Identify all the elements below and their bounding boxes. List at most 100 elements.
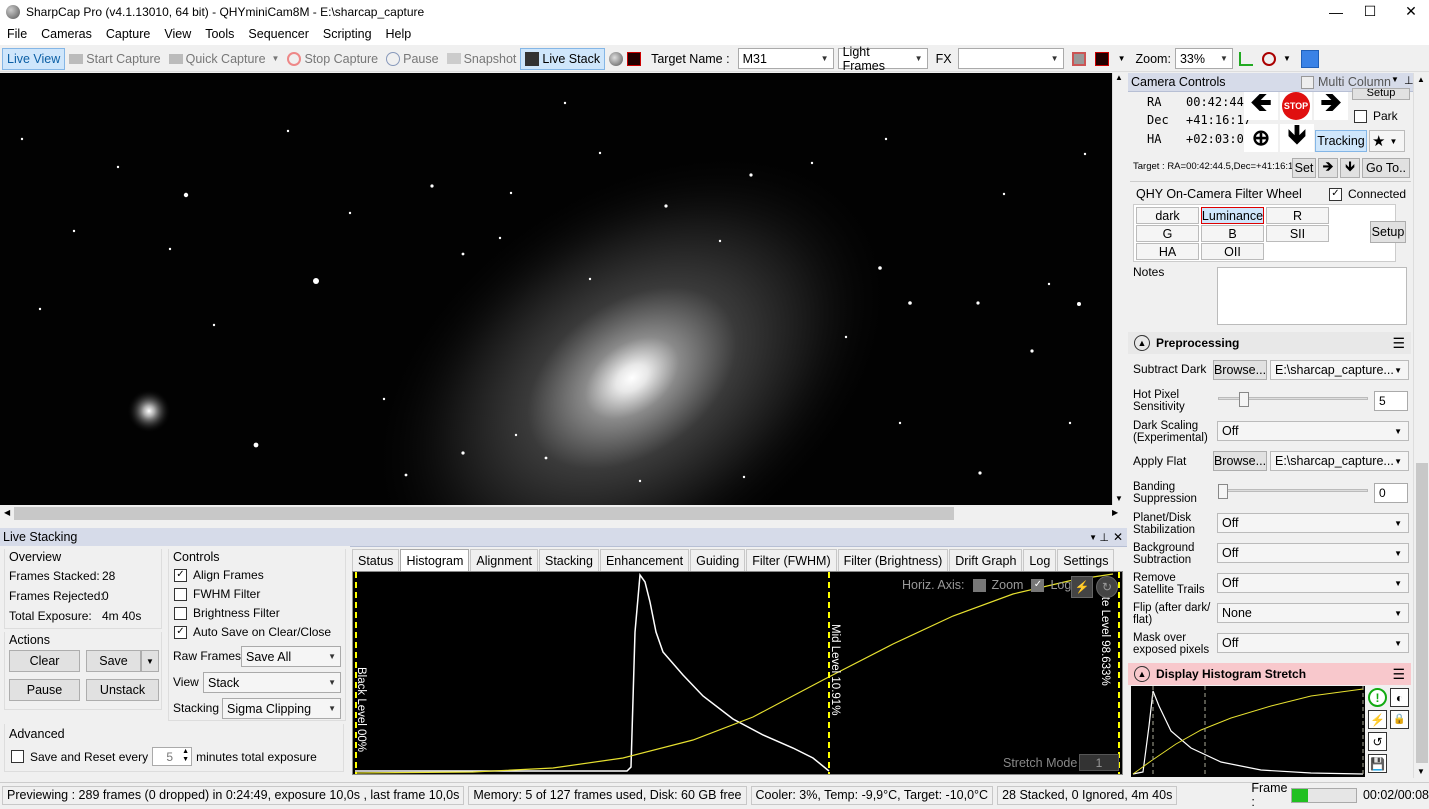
right-panel-scrollbar[interactable]: ▲ ▼ bbox=[1413, 73, 1429, 778]
filter-dark[interactable]: dark bbox=[1136, 207, 1199, 224]
park-row[interactable]: Park bbox=[1354, 109, 1398, 123]
filter-r[interactable]: R bbox=[1266, 207, 1329, 224]
tab-settings[interactable]: Settings bbox=[1057, 549, 1115, 571]
snapshot-button[interactable]: Snapshot bbox=[443, 48, 521, 70]
tracking-button[interactable]: Tracking bbox=[1315, 130, 1367, 152]
filter-luminance[interactable]: Luminance bbox=[1201, 207, 1264, 224]
panel-menu-icon[interactable]: ▼ bbox=[1391, 75, 1399, 84]
menu-help[interactable]: Help bbox=[379, 27, 419, 41]
goto-button[interactable]: Go To.. bbox=[1362, 158, 1410, 178]
banding-slider[interactable] bbox=[1218, 484, 1368, 504]
pin-icon[interactable]: ⊥ bbox=[1099, 531, 1109, 544]
no-target-icon[interactable] bbox=[627, 51, 642, 66]
banding-input[interactable]: 0 bbox=[1374, 483, 1408, 503]
tracking-rate-select[interactable]: ★ ▼ bbox=[1369, 130, 1405, 152]
spinner-arrows-icon[interactable]: ▲ ▼ bbox=[182, 748, 189, 764]
panel-menu-icon[interactable]: ▼ bbox=[1089, 533, 1097, 542]
flip-select[interactable]: None ▼ bbox=[1217, 603, 1409, 623]
quick-capture-button[interactable]: Quick Capture ▼ bbox=[165, 48, 284, 70]
auto-save-checkbox[interactable]: ✓ bbox=[174, 625, 187, 639]
view-select[interactable]: Stack ▼ bbox=[203, 672, 341, 693]
menu-file[interactable]: File bbox=[0, 27, 34, 41]
reset-stretch-icon[interactable]: ↻ bbox=[1096, 576, 1118, 598]
menu-view[interactable]: View bbox=[157, 27, 198, 41]
tab-filter-brightness[interactable]: Filter (Brightness) bbox=[837, 549, 949, 571]
planet-icon[interactable] bbox=[609, 51, 624, 66]
menu-cameras[interactable]: Cameras bbox=[34, 27, 99, 41]
slider-thumb[interactable] bbox=[1218, 484, 1228, 499]
hot-pixel-input[interactable]: 5 bbox=[1374, 391, 1408, 411]
tab-histogram[interactable]: Histogram bbox=[400, 549, 470, 571]
display-histogram[interactable] bbox=[1131, 686, 1365, 777]
tab-status[interactable]: Status bbox=[352, 549, 400, 571]
slider-thumb[interactable] bbox=[1239, 392, 1249, 407]
live-stack-button[interactable]: Live Stack bbox=[520, 47, 606, 70]
browse-dark-button[interactable]: Browse... bbox=[1213, 360, 1267, 380]
unstack-button[interactable]: Unstack bbox=[86, 679, 159, 701]
connected-row[interactable]: ✓ Connected bbox=[1329, 187, 1406, 201]
image-viewer[interactable] bbox=[0, 73, 1112, 505]
align-frames-checkbox[interactable]: ✓ bbox=[174, 568, 187, 582]
maximize-button[interactable]: ☐ bbox=[1347, 0, 1393, 23]
target-name-select[interactable]: M31 ▼ bbox=[737, 48, 834, 69]
viewer-vertical-scrollbar[interactable]: ▲ ▼ bbox=[1112, 73, 1127, 505]
collapse-icon[interactable]: ▲ bbox=[1134, 666, 1150, 682]
hot-pixel-slider[interactable] bbox=[1218, 392, 1368, 412]
close-icon[interactable]: ✕ bbox=[1113, 530, 1123, 544]
pause-button[interactable]: Pause bbox=[382, 48, 442, 70]
save-reset-spinner[interactable]: 5 ▲ ▼ bbox=[152, 747, 193, 766]
background-select[interactable]: Off ▼ bbox=[1217, 543, 1409, 563]
save-button[interactable]: Save bbox=[86, 650, 141, 672]
frame-type-select[interactable]: Light Frames ▼ bbox=[837, 45, 928, 73]
chevron-down-icon[interactable]: ▼ bbox=[1283, 54, 1291, 63]
lightning-icon[interactable]: ⚡ bbox=[1368, 710, 1387, 729]
display-stretch-header[interactable]: ▲ Display Histogram Stretch ☰ bbox=[1128, 663, 1411, 685]
chevron-down-icon[interactable]: ▼ bbox=[272, 54, 280, 63]
hamburger-menu-icon[interactable]: ☰ bbox=[1392, 666, 1405, 683]
filter-oii[interactable]: OII bbox=[1201, 243, 1264, 260]
fwhm-filter-checkbox[interactable] bbox=[174, 587, 187, 601]
histogram-icon[interactable] bbox=[1238, 51, 1253, 66]
menu-capture[interactable]: Capture bbox=[99, 27, 157, 41]
browse-flat-button[interactable]: Browse... bbox=[1213, 451, 1267, 471]
filter-b[interactable]: B bbox=[1201, 225, 1264, 242]
arrow-down-icon[interactable]: 🡻 bbox=[1340, 158, 1360, 178]
reset-icon[interactable]: ↺ bbox=[1368, 732, 1387, 751]
mask-select[interactable]: Off ▼ bbox=[1217, 633, 1409, 653]
scroll-up-icon[interactable]: ▲ bbox=[1417, 75, 1425, 84]
power-icon[interactable]: ! bbox=[1368, 688, 1387, 707]
arrow-right-icon[interactable]: 🡺 bbox=[1318, 158, 1338, 178]
connected-checkbox[interactable]: ✓ bbox=[1329, 187, 1342, 201]
scroll-right-icon[interactable]: ▶ bbox=[1112, 508, 1118, 517]
pause-stack-button[interactable]: Pause bbox=[9, 679, 80, 701]
scroll-down-icon[interactable]: ▼ bbox=[1115, 494, 1123, 503]
stacking-select[interactable]: Sigma Clipping ▼ bbox=[222, 698, 341, 719]
save-options-icon[interactable]: ▼ bbox=[141, 650, 159, 672]
collapse-icon[interactable]: ▲ bbox=[1134, 335, 1150, 351]
move-south-icon[interactable]: 🡻 bbox=[1280, 119, 1314, 152]
save-reset-checkbox[interactable] bbox=[11, 750, 24, 763]
move-west-icon[interactable]: 🡸 bbox=[1244, 87, 1278, 120]
record-icon[interactable] bbox=[1071, 51, 1086, 66]
close-button[interactable]: ✕ bbox=[1388, 0, 1429, 23]
mount-setup-button[interactable]: Setup bbox=[1352, 88, 1410, 100]
raw-frames-select[interactable]: Save All ▼ bbox=[241, 646, 341, 667]
zoom-tool-icon[interactable] bbox=[1261, 51, 1276, 66]
auto-stretch-icon[interactable]: ⚡ bbox=[1071, 576, 1093, 598]
tab-guiding[interactable]: Guiding bbox=[690, 549, 746, 571]
set-target-button[interactable]: Set bbox=[1292, 158, 1316, 178]
start-capture-button[interactable]: Start Capture bbox=[65, 48, 164, 70]
chevron-down-icon[interactable]: ▼ bbox=[1118, 54, 1126, 63]
menu-tools[interactable]: Tools bbox=[198, 27, 241, 41]
zoom-select[interactable]: 33% ▼ bbox=[1174, 48, 1233, 69]
stop-capture-button[interactable]: Stop Capture bbox=[283, 48, 382, 70]
remove-trails-select[interactable]: Off ▼ bbox=[1217, 573, 1409, 593]
fwhm-filter-row[interactable]: FWHM Filter bbox=[174, 587, 260, 601]
pin-icon[interactable] bbox=[1300, 49, 1319, 68]
tab-filter-fwhm[interactable]: Filter (FWHM) bbox=[746, 549, 837, 571]
histogram-chart[interactable]: Black Level 00% Mid Level 10.91% White L… bbox=[352, 571, 1123, 775]
align-frames-row[interactable]: ✓ Align Frames bbox=[174, 568, 264, 582]
stretch-mode-spinner[interactable]: 1 bbox=[1079, 754, 1119, 771]
scroll-left-icon[interactable]: ◀ bbox=[4, 508, 10, 517]
move-east-icon[interactable]: 🡺 bbox=[1314, 87, 1348, 120]
